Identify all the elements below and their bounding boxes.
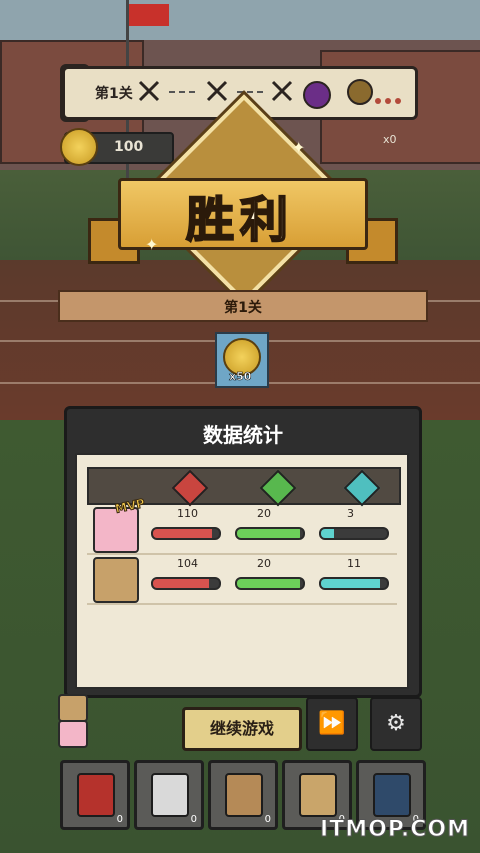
map-scroll-icon (225, 773, 263, 817)
heal-icon (259, 469, 297, 507)
heal-bar (235, 577, 305, 590)
soda-can-icon (77, 773, 115, 817)
shield-bar (319, 527, 389, 540)
settings-button[interactable]: ⚙ (370, 697, 422, 751)
attack-bar-fill (153, 579, 210, 588)
inventory-slot[interactable]: 0 (208, 760, 278, 830)
gear-icon: ⚙ (386, 711, 406, 736)
fast-forward-button[interactable]: ⏩ (306, 697, 358, 751)
attack-value: 110 (177, 507, 198, 520)
reward-item[interactable]: x50 (215, 332, 269, 388)
sparkle-icon: ✦ (292, 138, 306, 157)
first-aid-kit-icon (151, 773, 189, 817)
boss-demon-icon (303, 81, 331, 109)
heal-value: 20 (257, 557, 271, 570)
paper-note-icon (299, 773, 337, 817)
progress-dash (169, 91, 195, 93)
avatar (93, 557, 139, 603)
item-count: 0 (116, 814, 123, 825)
stats-panel: 数据统计 MVP 110 20 3 104 20 11 (64, 406, 422, 698)
coin-counter: 100 (60, 128, 174, 166)
heal-bar-fill (237, 529, 300, 538)
shield-bar-fill (321, 579, 381, 588)
heal-bar-fill (237, 579, 300, 588)
item-count: 0 (190, 814, 197, 825)
progress-dash (237, 91, 263, 93)
heal-bar (235, 527, 305, 540)
watermark: ITMOP.COM (320, 817, 470, 843)
stats-paper: MVP 110 20 3 104 20 11 (75, 453, 409, 689)
attack-bar-fill (153, 529, 213, 538)
shield-value: 11 (347, 557, 361, 570)
stats-panel-title: 数据统计 (203, 423, 283, 447)
team-avatars (58, 694, 88, 748)
treasure-bag-icon (347, 79, 373, 105)
bomb-icon (373, 773, 411, 817)
attack-value: 104 (177, 557, 198, 570)
coin-amount: 100 (114, 139, 144, 155)
shield-icon (343, 469, 381, 507)
red-flag (129, 4, 169, 26)
fast-forward-icon: ⏩ (318, 711, 346, 736)
progress-dots (375, 89, 401, 104)
table-row: MVP 110 20 3 (87, 496, 397, 555)
attack-bar (151, 577, 221, 590)
attack-icon (171, 469, 209, 507)
item-count: 0 (264, 814, 271, 825)
inventory-slot[interactable]: 0 (60, 760, 130, 830)
coin-icon (60, 128, 98, 166)
shield-value: 3 (347, 507, 354, 520)
inventory-slot[interactable]: 0 (134, 760, 204, 830)
level-label: 第1关 (224, 300, 262, 316)
shield-bar (319, 577, 389, 590)
level-banner: 第1关 (58, 290, 428, 322)
shield-bar-fill (321, 529, 335, 538)
crossed-swords-icon (205, 79, 229, 103)
crossed-swords-icon (137, 79, 161, 103)
reward-count: x50 (229, 370, 252, 384)
crossed-swords-icon (270, 79, 294, 103)
heal-value: 20 (257, 507, 271, 520)
attack-bar (151, 527, 221, 540)
enemy-count: x0 (383, 133, 397, 146)
continue-game-button[interactable]: 继续游戏 (182, 707, 302, 751)
stage-label: 第1关 (95, 86, 133, 102)
table-row: 104 20 11 (87, 555, 397, 605)
avatar (58, 694, 88, 722)
sparkle-icon: ✦ (145, 235, 159, 254)
avatar (58, 720, 88, 748)
